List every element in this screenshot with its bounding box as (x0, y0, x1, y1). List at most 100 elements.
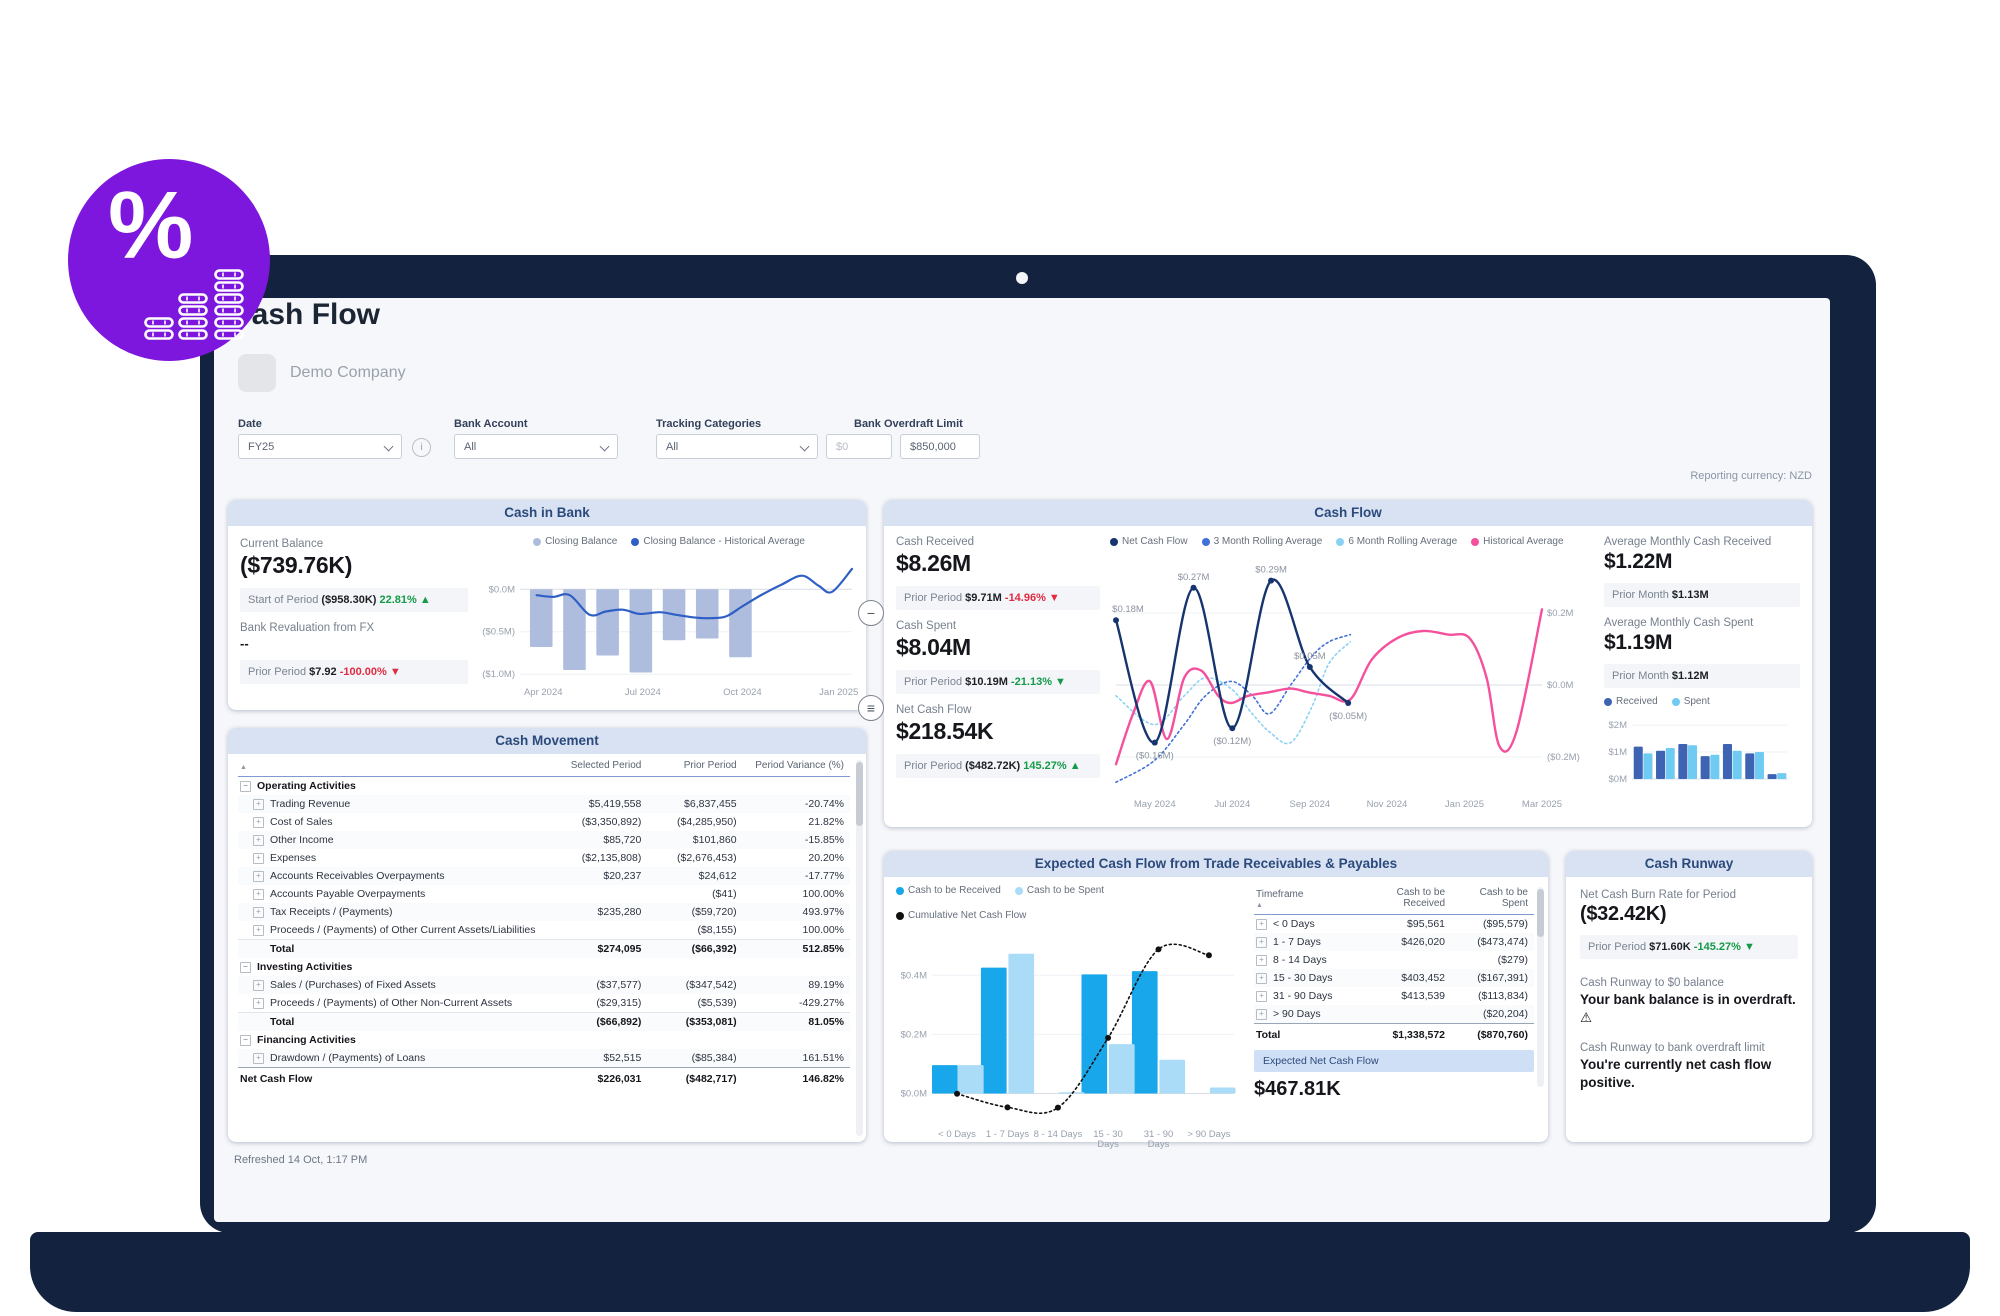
table-row[interactable]: +1 - 7 Days$426,020($473,474) (1254, 933, 1534, 951)
table-row[interactable]: +Expenses($2,135,808)($2,676,453)20.20% (238, 849, 850, 867)
menu-button[interactable]: ≡ (858, 695, 884, 721)
mini-chart-legend: ReceivedSpent (1604, 696, 1800, 707)
table-cell: ($37,577) (542, 976, 647, 994)
svg-text:Oct 2024: Oct 2024 (723, 687, 762, 698)
sort-ascending-icon: ▲ (1256, 902, 1356, 909)
legend-item: Historical Average (1471, 536, 1563, 547)
column-header[interactable]: Cash to be Received (1362, 883, 1451, 915)
table-row[interactable]: +< 0 Days$95,561($95,579) (1254, 915, 1534, 934)
cash-flow-kpis-left: Cash Received $8.26M Prior Period $9.71M… (896, 526, 1100, 820)
table-row[interactable]: +Proceeds / (Payments) of Other Current … (238, 921, 850, 940)
column-header[interactable]: Period Variance (%) (743, 756, 850, 777)
table-row[interactable]: +31 - 90 Days$413,539($113,834) (1254, 987, 1534, 1005)
scrollbar-track[interactable] (856, 760, 863, 1136)
svg-text:$0.2M: $0.2M (1547, 608, 1573, 619)
expected-net-cash-flow-value: $467.81K (1254, 1078, 1534, 1101)
table-row[interactable]: Net Cash Flow$226,031($482,717)146.82% (238, 1068, 850, 1089)
start-of-period-strip: Start of Period ($958.30K) 22.81% ▲ (240, 588, 468, 612)
overdraft-limit-input[interactable]: $850,000 (900, 434, 980, 459)
cash-in-bank-panel: Cash in Bank Current Balance ($739.76K) … (228, 500, 866, 710)
date-filter-label: Date (238, 418, 262, 430)
prior-period-strip: Prior Period $10.19M -21.13% ▼ (896, 670, 1100, 694)
scrollbar-thumb[interactable] (1537, 889, 1544, 937)
cash-in-bank-chart: $0.0M($0.5M)($1.0M)Apr 2024Jul 2024Oct 2… (476, 549, 862, 701)
company-logo-placeholder (238, 354, 276, 392)
tracking-categories-select-value: All (666, 441, 678, 453)
prior-period-strip: Prior Period $71.60K -145.27% ▼ (1580, 935, 1798, 959)
column-header[interactable]: Prior Period (647, 756, 742, 777)
table-cell: 161.51% (743, 1049, 850, 1068)
chevron-down-icon (600, 442, 610, 452)
info-icon[interactable]: i (412, 438, 431, 457)
table-cell: $85,720 (542, 831, 647, 849)
tracking-categories-select[interactable]: All (656, 434, 818, 459)
table-row[interactable]: +Drawdown / (Payments) of Loans$52,515($… (238, 1049, 850, 1068)
column-header[interactable]: Selected Period (542, 756, 647, 777)
collapse-button[interactable]: − (858, 600, 884, 626)
table-cell: 89.19% (743, 976, 850, 994)
table-cell: $5,419,558 (542, 795, 647, 813)
table-row[interactable]: +Sales / (Purchases) of Fixed Assets($37… (238, 976, 850, 994)
table-row[interactable]: −Operating Activities (238, 777, 850, 796)
table-row[interactable]: Total$1,338,572($870,760) (1254, 1024, 1534, 1045)
tracking-categories-filter-label: Tracking Categories (656, 418, 761, 430)
table-cell: ($870,760) (1451, 1024, 1534, 1045)
table-cell: 81.05% (743, 1013, 850, 1032)
bank-account-select[interactable]: All (454, 434, 618, 459)
runway-label: Cash Runway to $0 balance (1580, 977, 1798, 989)
svg-text:$0.4M: $0.4M (901, 970, 927, 981)
table-row[interactable]: +Proceeds / (Payments) of Other Non-Curr… (238, 994, 850, 1013)
prior-month-strip: Prior Month $1.13M (1604, 583, 1800, 607)
avg-monthly-spent-value: $1.19M (1604, 631, 1800, 655)
table-cell: $20,237 (542, 867, 647, 885)
expected-net-cash-flow-label: Expected Net Cash Flow (1254, 1050, 1534, 1072)
svg-text:$1M: $1M (1609, 747, 1628, 758)
table-row[interactable]: +Accounts Receivables Overpayments$20,23… (238, 867, 850, 885)
column-header[interactable]: ▲ (238, 756, 542, 777)
panel-title: Cash Runway (1566, 851, 1812, 877)
prior-period-strip: Prior Period $7.92 -100.00% ▼ (240, 660, 468, 684)
table-cell: ($347,542) (647, 976, 742, 994)
table-cell: ($20,204) (1451, 1005, 1534, 1024)
fx-label: Bank Revaluation from FX (240, 622, 468, 634)
fx-value: -- (240, 636, 468, 651)
table-row[interactable]: +Other Income$85,720$101,860-15.85% (238, 831, 850, 849)
svg-text:1 - 7 Days: 1 - 7 Days (986, 1129, 1030, 1140)
column-header[interactable]: Timeframe ▲ (1254, 883, 1362, 915)
svg-text:$0.18M: $0.18M (1112, 604, 1144, 615)
table-cell (542, 1031, 647, 1049)
bank-account-select-value: All (464, 441, 476, 453)
timeframe-table-area: Timeframe ▲ Cash to be Received Cash to … (1246, 877, 1538, 1162)
cash-runway-panel: Cash Runway Net Cash Burn Rate for Perio… (1566, 851, 1812, 1142)
table-row[interactable]: +Cost of Sales($3,350,892)($4,285,950)21… (238, 813, 850, 831)
svg-text:$0.2M: $0.2M (901, 1029, 927, 1040)
date-select[interactable]: FY25 (238, 434, 402, 459)
prior-period-strip: Prior Period ($482.72K) 145.27% ▲ (896, 754, 1100, 778)
overdraft-min-input[interactable]: $0 (826, 434, 892, 459)
chevron-down-icon (800, 442, 810, 452)
scrollbar-thumb[interactable] (856, 762, 863, 826)
legend-item: 6 Month Rolling Average (1336, 536, 1457, 547)
laptop-base (30, 1232, 1970, 1312)
table-row[interactable]: +Accounts Payable Overpayments($41)100.0… (238, 885, 850, 903)
timeframe-table: Timeframe ▲ Cash to be Received Cash to … (1254, 883, 1534, 1044)
table-row[interactable]: Total$274,095($66,392)512.85% (238, 940, 850, 959)
prior-period-strip: Prior Period $9.71M -14.96% ▼ (896, 586, 1100, 610)
column-header[interactable]: Cash to be Spent (1451, 883, 1534, 915)
table-row[interactable]: +Trading Revenue$5,419,558$6,837,455-20.… (238, 795, 850, 813)
table-row[interactable]: +Tax Receipts / (Payments)$235,280($59,7… (238, 903, 850, 921)
prior-month-strip: Prior Month $1.12M (1604, 664, 1800, 688)
table-row[interactable]: +> 90 Days($20,204) (1254, 1005, 1534, 1024)
table-row[interactable]: −Investing Activities (238, 958, 850, 976)
table-row[interactable]: −Financing Activities (238, 1031, 850, 1049)
table-cell (542, 958, 647, 976)
table-cell: ($66,392) (647, 940, 742, 959)
table-row[interactable]: Total($66,892)($353,081)81.05% (238, 1013, 850, 1032)
legend-item: Cash to be Spent (1015, 885, 1104, 896)
table-row[interactable]: +8 - 14 Days($279) (1254, 951, 1534, 969)
scrollbar-track[interactable] (1537, 887, 1544, 1087)
table-row[interactable]: +15 - 30 Days$403,452($167,391) (1254, 969, 1534, 987)
legend-item: Cash to be Received (896, 885, 1001, 896)
table-cell: -20.74% (743, 795, 850, 813)
svg-text:($1.0M): ($1.0M) (482, 669, 515, 680)
